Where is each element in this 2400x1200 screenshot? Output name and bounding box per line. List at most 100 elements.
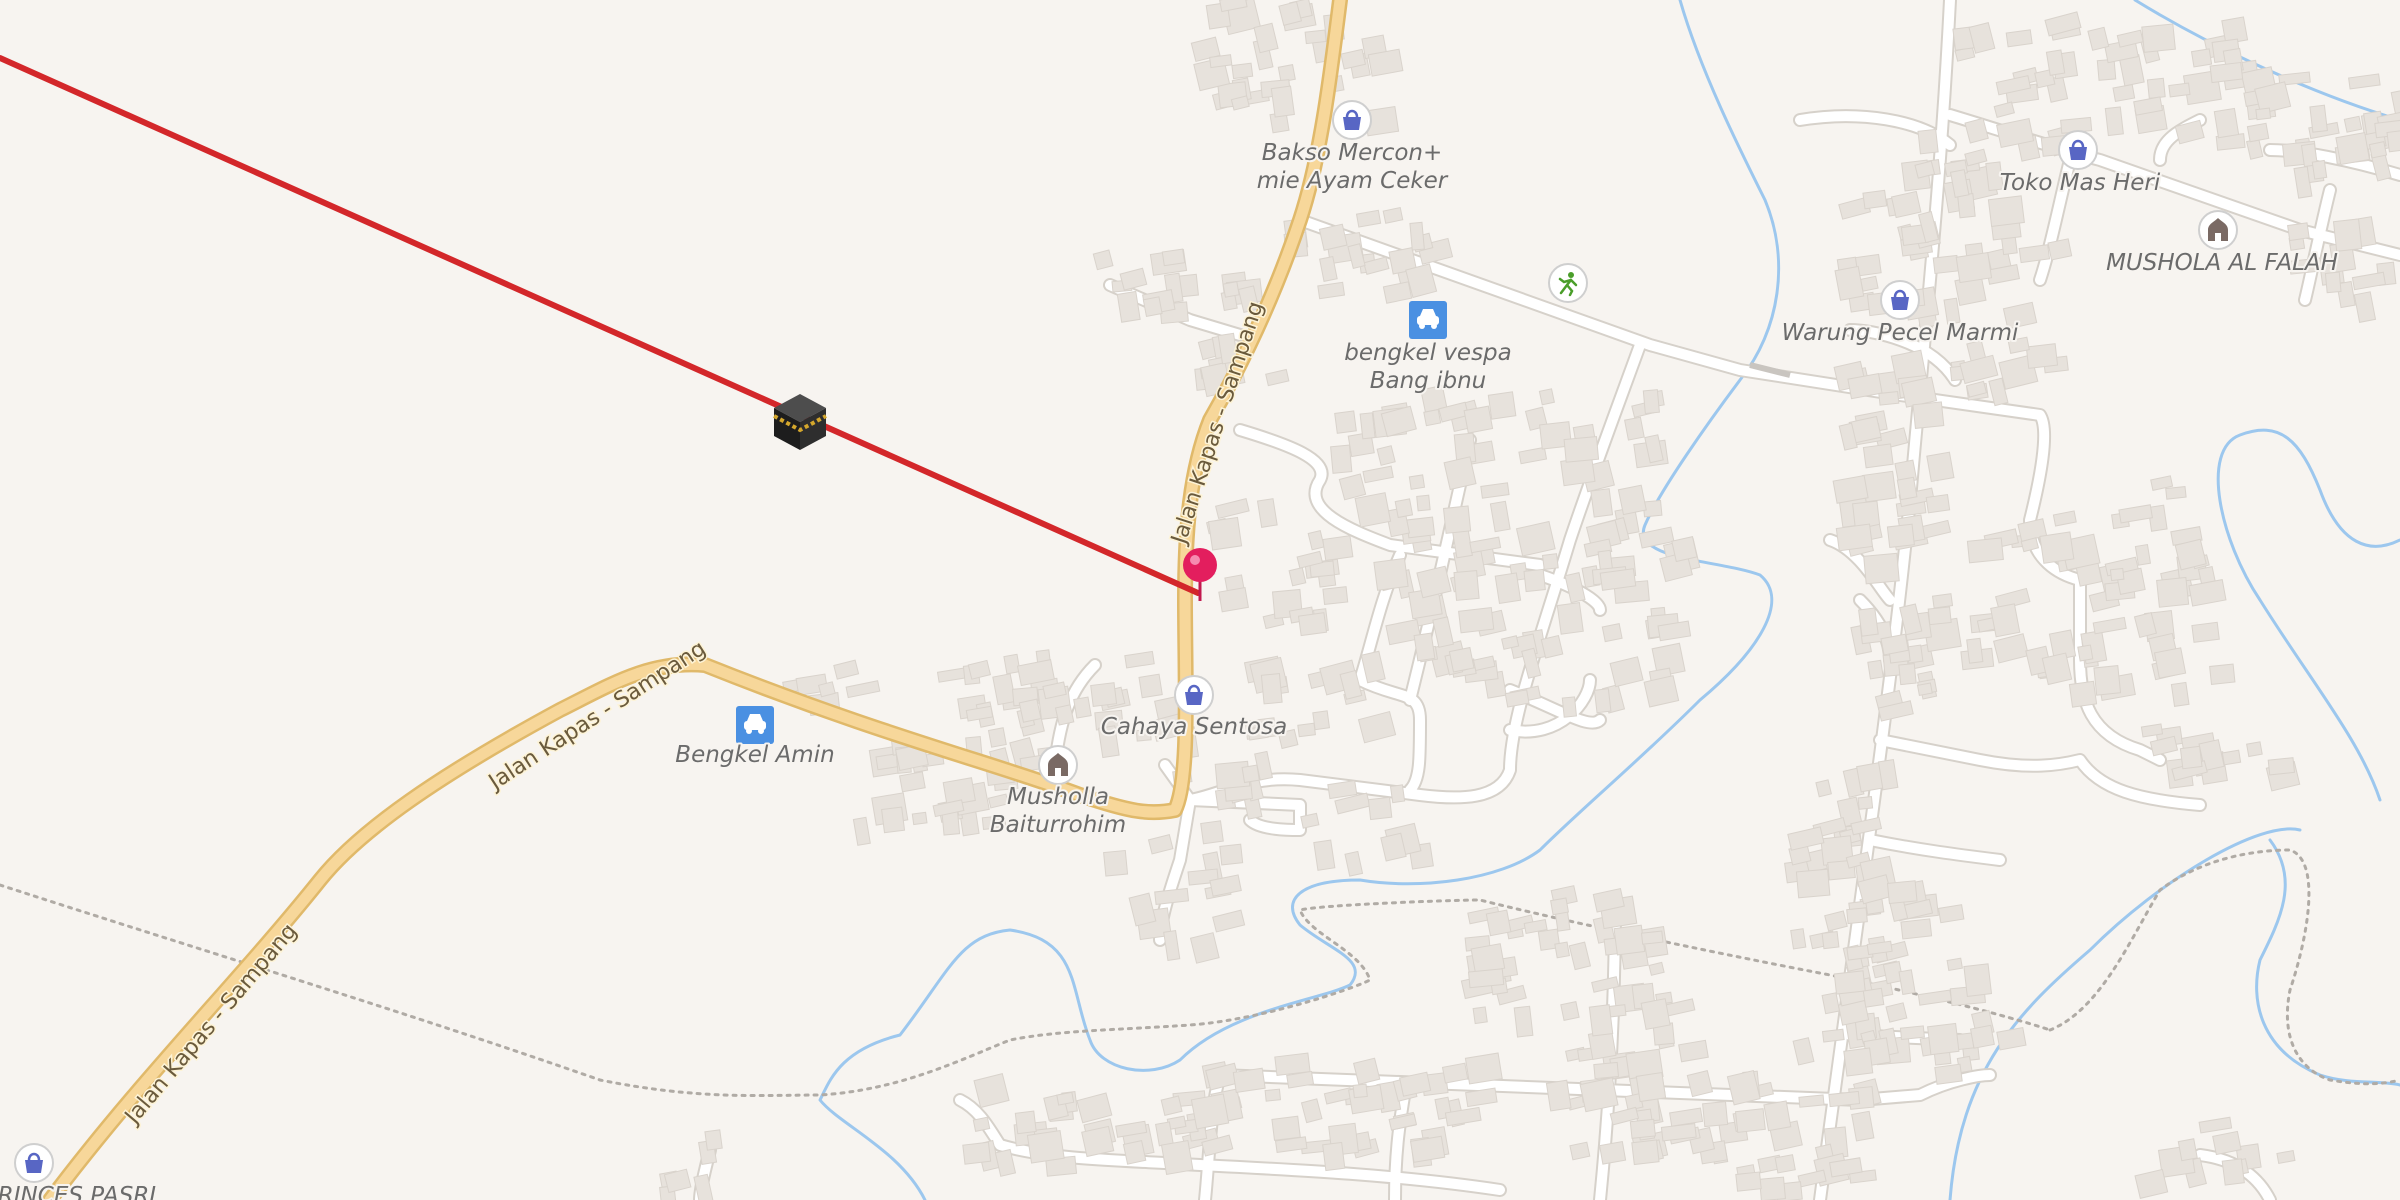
building [1550,897,1570,916]
building [1138,673,1163,699]
building [1322,586,1349,605]
building [1821,992,1841,1015]
building [1900,918,1933,940]
building [1963,963,1993,997]
building [1931,593,1954,609]
building [1878,390,1900,406]
building [1423,408,1442,427]
building [1790,928,1807,950]
building [1925,493,1951,514]
poi-label: Baiturrohim [990,812,1126,838]
shop-icon [1880,280,1920,320]
building [1635,1071,1667,1103]
building [1318,223,1348,251]
building [1617,484,1647,516]
building [1640,998,1671,1031]
building [1556,602,1584,635]
building [1288,567,1307,587]
building [1161,248,1186,267]
building [1886,523,1915,549]
building [1969,1024,1995,1049]
building [1209,54,1233,69]
shop-icon [14,1143,54,1183]
building [2045,49,2066,76]
poi-label: MUSHOLA AL FALAH [2106,250,2338,276]
building [1304,29,1327,45]
building [2255,107,2272,121]
building [1560,1001,1580,1021]
building [1937,904,1965,924]
building [1297,612,1328,637]
building [1160,1139,1194,1176]
building [2179,745,2203,770]
building [1487,391,1517,420]
building [1394,498,1414,519]
building [2332,218,2363,252]
building [1472,1006,1488,1025]
building [1608,1004,1627,1018]
building [1613,924,1646,956]
mosque-icon [1038,745,1078,785]
building [987,727,1007,748]
building [962,1141,992,1165]
building [1835,523,1874,552]
building [2112,83,2136,103]
building [1018,698,1042,723]
poi-label: Musholla [1007,784,1109,810]
building [1464,1052,1503,1085]
building [1026,1129,1065,1164]
building [1232,1067,1266,1094]
building [1896,476,1918,501]
building [1409,1135,1446,1163]
building [2170,681,2190,707]
building [1448,646,1475,673]
building [2093,665,2122,696]
building [704,1129,723,1151]
building [1406,516,1436,539]
building [1218,586,1249,613]
building [1442,505,1472,534]
building [1538,388,1555,406]
building [959,810,980,837]
building [2005,29,2033,48]
building [1798,1094,1825,1108]
building [1540,634,1564,659]
sport-icon [1548,263,1588,303]
building [1588,1004,1614,1037]
building [1821,1028,1845,1043]
building [1569,1141,1591,1161]
building [1593,1061,1620,1080]
building [1231,62,1254,80]
building [1103,849,1129,877]
building [1966,537,2004,564]
building [2246,122,2270,143]
building [2221,1158,2245,1186]
building [1640,930,1664,945]
building [2141,23,2176,53]
building [2109,567,2125,582]
building [1898,663,1917,686]
map-canvas[interactable]: Jalan Kapas - Sampang Jalan Kapas - Samp… [0,0,2400,1200]
building [2335,131,2371,166]
building [1463,405,1494,434]
building [1554,941,1570,959]
building [1916,682,1933,697]
building [1934,1063,1963,1085]
building [899,771,926,793]
building [1955,251,1993,284]
poi-label: Toko Mas Heri [2000,170,2161,196]
building [1416,494,1431,512]
building [2221,749,2242,766]
building [1774,1154,1796,1174]
poi-sport-5[interactable] [1548,263,1588,303]
building [911,811,928,826]
building [1563,436,1600,463]
building [1593,688,1612,714]
poi-label: bengkel vespa [1344,340,1512,366]
building [1886,880,1918,905]
building [1624,416,1645,441]
building [2191,621,2220,643]
building [1467,968,1505,989]
poi-label: Bakso Mercon+ [1262,140,1443,166]
building [1932,254,1960,275]
